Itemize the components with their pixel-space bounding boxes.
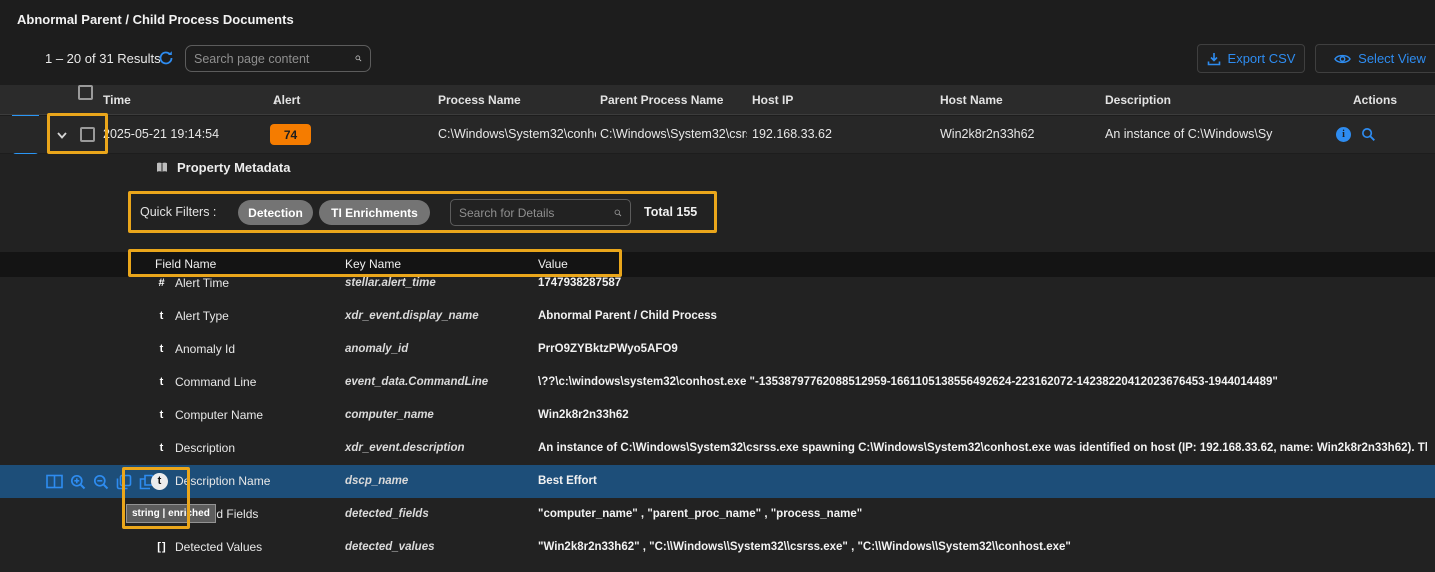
meta-value: "Win2k8r2n33h62" , "C:\\Windows\\System3… [538,531,1427,564]
cell-parent-process-name: C:\Windows\System32\csrss.e [600,116,747,153]
cell-process-name: C:\Windows\System32\conho [438,116,596,153]
field-type-icon: t [151,333,171,366]
field-type-icon: t [151,366,171,399]
metadata-row[interactable]: t Computer Name computer_name Win2k8r2n3… [0,399,1435,432]
select-view-label: Select View [1358,51,1426,66]
row-actions: i [1336,127,1376,142]
download-icon [1207,52,1221,66]
meta-field-name: Description [175,432,340,465]
table-header: Time Alert Score ↓ Process Name Parent P… [0,85,1435,115]
meta-value: \??\c:\windows\system32\conhost.exe "-13… [538,366,1427,399]
meta-field-name: Description Name [175,465,340,498]
cell-host-name: Win2k8r2n33h62 [940,116,1035,153]
meta-value: Win2k8r2n33h62 [538,399,1427,432]
filter-ti-enrichments[interactable]: TI Enrichments [319,200,430,225]
eye-icon [1334,52,1351,66]
meta-field-name: Alert Type [175,300,340,333]
metadata-row[interactable]: t Anomaly Id anomaly_id PrrO9ZYBktzPWyo5… [0,333,1435,366]
property-metadata-title: Property Metadata [155,156,290,178]
page-search[interactable] [185,45,371,72]
cell-time: 2025-05-21 19:14:54 [103,116,219,153]
meta-field-name: Computer Name [175,399,340,432]
row-checkbox[interactable] [80,127,95,142]
field-type-icon: t [151,300,171,333]
details-search-input[interactable] [459,206,614,220]
zoom-in-icon[interactable] [70,474,86,490]
field-type-icon: t [151,473,168,490]
meta-key-name: xdr_event.description [345,432,533,465]
table-row[interactable]: 2025-05-21 19:14:54 74 C:\Windows\System… [0,116,1435,153]
filter-detection[interactable]: Detection [238,200,313,225]
investigate-search-icon[interactable] [1361,127,1376,142]
row-hover-toolbar [46,465,156,498]
select-all-checkbox[interactable] [78,85,93,100]
page-search-input[interactable] [194,52,355,66]
col-alert-score[interactable]: Alert Score ↓ [273,85,279,115]
quick-filters-label: Quick Filters : [140,199,216,225]
meta-key-name: anomaly_id [345,333,533,366]
meta-field-name: Anomaly Id [175,333,340,366]
metadata-row[interactable]: # Alert Time stellar.alert_time 17479382… [0,267,1435,300]
export-csv-label: Export CSV [1228,51,1296,66]
field-type-icon: [ ] [151,531,171,564]
meta-value: An instance of C:\Windows\System32\csrss… [538,432,1427,465]
copy-icon[interactable] [116,474,132,490]
col-parent-process-name[interactable]: Parent Process Name [600,85,723,115]
col-host-name[interactable]: Host Name [940,85,1003,115]
results-count: 1 – 20 of 31 Results [45,51,161,66]
col-process-name[interactable]: Process Name [438,85,521,115]
collapse-row-icon[interactable] [55,128,69,142]
meta-value: "computer_name" , "parent_proc_name" , "… [538,498,1427,531]
field-type-icon: t [151,399,171,432]
meta-key-name: computer_name [345,399,533,432]
field-type-icon: # [151,267,171,300]
app-screen: Abnormal Parent / Child Process Document… [0,0,1435,572]
cell-description: An instance of C:\Windows\Sy [1105,116,1332,153]
col-host-ip[interactable]: Host IP [752,85,793,115]
metadata-row[interactable]: t Alert Type xdr_event.display_name Abno… [0,300,1435,333]
field-type-icon: t [151,432,171,465]
book-icon [155,161,169,174]
meta-key-name: xdr_event.display_name [345,300,533,333]
meta-key-name: stellar.alert_time [345,267,533,300]
meta-key-name: dscp_name [345,465,533,498]
details-search[interactable] [450,199,631,226]
cell-host-ip: 192.168.33.62 [752,116,832,153]
metadata-row[interactable]: [ ] Detected Values detected_values "Win… [0,531,1435,564]
page-title: Abnormal Parent / Child Process Document… [17,12,294,27]
col-description[interactable]: Description [1105,85,1171,115]
export-csv-button[interactable]: Export CSV [1197,44,1305,73]
split-columns-icon[interactable] [46,474,63,489]
metadata-row[interactable]: t Command Line event_data.CommandLine \?… [0,366,1435,399]
search-icon [355,51,362,66]
col-actions: Actions [1353,85,1397,115]
meta-field-name: Detected Values [175,531,340,564]
metadata-row[interactable]: t Description Name dscp_name Best Effort [0,465,1435,498]
meta-field-name: Alert Time [175,267,340,300]
select-view-button[interactable]: Select View [1315,44,1435,73]
zoom-out-icon[interactable] [93,474,109,490]
meta-value: PrrO9ZYBktzPWyo5AFO9 [538,333,1427,366]
total-count: Total 155 [644,199,697,226]
meta-key-name: detected_values [345,531,533,564]
search-icon [614,206,622,220]
col-time[interactable]: Time [103,85,131,115]
meta-value: Abnormal Parent / Child Process [538,300,1427,333]
meta-value: 1747938287587 [538,267,1427,300]
type-tooltip: string | enriched [126,504,216,523]
meta-key-name: detected_fields [345,498,533,531]
meta-key-name: event_data.CommandLine [345,366,533,399]
metadata-row[interactable]: t Description xdr_event.description An i… [0,432,1435,465]
meta-field-name: Command Line [175,366,340,399]
meta-value: Best Effort [538,465,1427,498]
info-icon[interactable]: i [1336,127,1351,142]
alert-score-badge: 74 [270,124,311,145]
refresh-icon[interactable] [158,50,174,66]
